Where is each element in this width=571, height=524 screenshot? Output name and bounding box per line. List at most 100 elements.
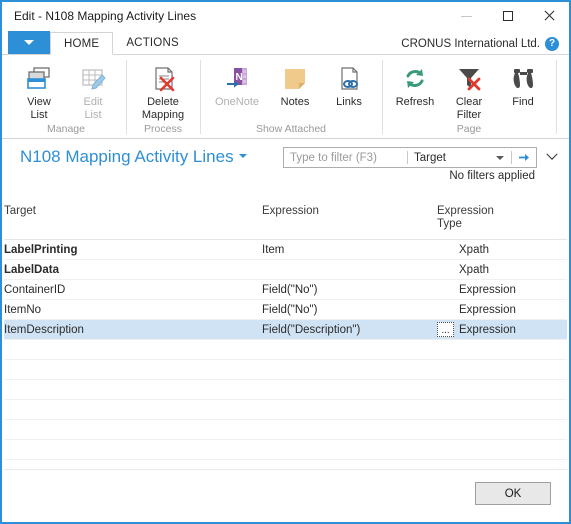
cell-expression-type[interactable]: Xpath [437,259,567,280]
filter-apply-button[interactable] [512,152,536,163]
cell-target[interactable]: LabelPrinting [4,239,262,260]
ribbon-group-label-show-attached: Show Attached [255,123,327,135]
cell-empty[interactable] [4,439,262,460]
delete-mapping-label-2: Mapping [141,108,185,121]
ribbon-dropdown-button[interactable] [8,31,50,54]
column-header-target[interactable]: Target [4,199,262,240]
cell-expression-type-inner: Xpath [437,264,567,276]
assist-edit-button[interactable]: ... [437,322,454,337]
cell-empty[interactable] [437,359,567,380]
filter-field-selector[interactable]: Target [408,152,496,164]
ribbon: View List Edit List Manage Delete Mappin… [2,55,569,139]
tab-home[interactable]: HOME [50,32,114,55]
maximize-button[interactable] [487,2,528,30]
links-button[interactable]: Links [322,59,376,109]
table-row-empty[interactable] [4,399,567,420]
ok-button[interactable]: OK [475,482,551,505]
ribbon-group-manage: View List Edit List Manage [6,55,126,138]
ribbon-group-label-manage: Manage [47,123,85,135]
table-row-empty[interactable] [4,439,567,460]
cell-empty[interactable] [262,359,437,380]
chevron-down-icon[interactable] [496,155,504,160]
help-icon[interactable]: ? [545,37,559,51]
chevron-down-icon [24,40,34,45]
column-header-expression-type[interactable]: Expression Type [437,199,567,240]
table-row[interactable]: LabelData Xpath [4,259,567,280]
cell-expression-type-inner: Expression [437,304,567,316]
table-row-empty[interactable] [4,359,567,380]
table-row[interactable]: ItemNo Field("No") Expression [4,299,567,320]
cell-empty[interactable] [4,339,262,360]
cell-empty[interactable] [262,339,437,360]
onenote-icon: N [222,62,252,95]
clear-filter-icon [454,62,484,95]
page-title[interactable]: N108 Mapping Activity Lines [20,147,247,167]
cell-expression[interactable]: Field("Description") [262,319,437,340]
delete-mapping-button[interactable]: Delete Mapping [132,59,194,121]
cell-empty[interactable] [262,439,437,460]
clear-filter-label-1: Clear [455,96,483,108]
column-header-expression[interactable]: Expression [262,199,437,240]
table-row-empty[interactable] [4,419,567,440]
tab-actions[interactable]: ACTIONS [113,31,192,54]
cell-expression[interactable] [262,259,437,280]
delete-mapping-label-1: Delete [147,96,179,108]
grid-header-row: Target Expression Expression Type [4,199,567,240]
cell-expression-type-text: Xpath [459,263,490,276]
onenote-label: OneNote [214,96,260,108]
onenote-button[interactable]: N OneNote [206,59,268,109]
cell-empty[interactable] [437,399,567,420]
cell-empty[interactable] [262,419,437,440]
page-header: N108 Mapping Activity Lines Type to filt… [2,139,569,191]
cell-expression-type[interactable]: Expression [437,299,567,320]
find-button[interactable]: Find [496,59,550,109]
cell-expression-type[interactable]: ... Expression [437,319,567,340]
cell-target[interactable]: ItemNo [4,299,262,320]
filter-input[interactable]: Type to filter (F3) [284,152,407,164]
table-row-empty[interactable] [4,339,567,360]
table-row[interactable]: ContainerID Field("No") Expression [4,279,567,300]
cell-empty[interactable] [437,419,567,440]
cell-expression-type-inner: Xpath [437,244,567,256]
clear-filter-button[interactable]: Clear Filter [442,59,496,121]
column-header-expression-type-line1: Expression [437,205,494,217]
chevron-down-icon [238,154,247,158]
edit-list-button[interactable]: Edit List [66,59,120,121]
cell-empty[interactable] [437,439,567,460]
cell-target[interactable]: ContainerID [4,279,262,300]
refresh-button[interactable]: Refresh [388,59,442,109]
cell-expression-type[interactable]: Xpath [437,239,567,260]
cell-empty[interactable] [437,339,567,360]
table-row[interactable]: LabelPrinting Item Xpath [4,239,567,260]
cell-empty[interactable] [4,379,262,400]
cell-expression[interactable]: Field("No") [262,299,437,320]
window-title: Edit - N108 Mapping Activity Lines [14,9,197,23]
cell-empty[interactable] [437,379,567,400]
refresh-icon [400,62,430,95]
minimize-icon [461,15,472,17]
minimize-button[interactable] [446,2,487,30]
dialog-footer: OK [4,469,567,520]
window-controls [446,2,569,30]
close-button[interactable] [528,2,569,30]
cell-expression-type-text: Expression [459,283,516,296]
company-area: CRONUS International Ltd. ? [401,37,559,51]
cell-empty[interactable] [262,379,437,400]
cell-empty[interactable] [4,419,262,440]
filter-expand-button[interactable] [545,148,559,164]
table-row-empty[interactable] [4,379,567,400]
cell-empty[interactable] [262,399,437,420]
cell-expression-type-text: Expression [459,323,516,336]
cell-target[interactable]: ItemDescription [4,319,262,340]
cell-empty[interactable] [4,399,262,420]
find-label: Find [512,96,534,108]
table-row[interactable]: ItemDescription Field("Description")... Ex… [4,319,567,340]
view-list-button[interactable]: View List [12,59,66,121]
cell-expression[interactable]: Field("No") [262,279,437,300]
notes-button[interactable]: Notes [268,59,322,109]
cell-target[interactable]: LabelData [4,259,262,280]
cell-empty[interactable] [4,359,262,380]
notes-icon [280,62,310,95]
cell-expression[interactable]: Item [262,239,437,260]
cell-expression-type[interactable]: Expression [437,279,567,300]
